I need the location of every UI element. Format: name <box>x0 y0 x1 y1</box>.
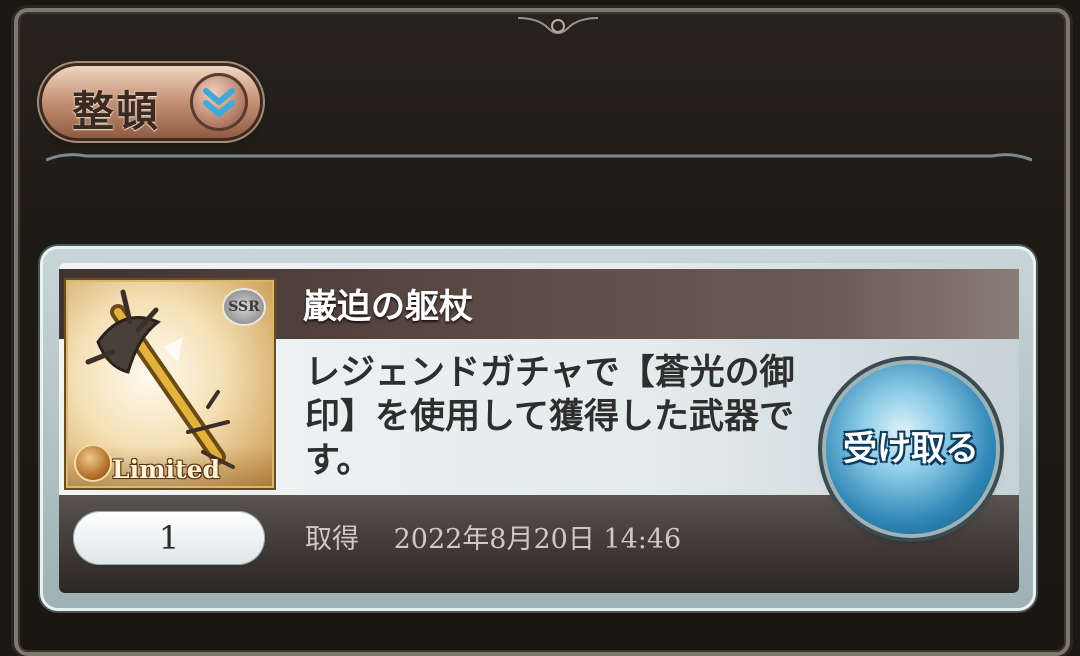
divider <box>46 153 1032 162</box>
quantity-box: 1 <box>73 511 265 565</box>
limited-label: Limited <box>112 455 220 484</box>
quantity-value: 1 <box>158 519 180 557</box>
sort-button-label: 整頓 <box>72 87 161 136</box>
limited-emblem-icon <box>74 444 112 482</box>
weapon-thumbnail[interactable]: SSR Limited <box>66 280 274 488</box>
acquired-label: 取得 <box>305 524 359 555</box>
item-description: レジェンドガチャで【蒼光の御印】を使用して獲得した武器です。 <box>305 353 795 481</box>
double-chevron-down-icon <box>190 73 248 131</box>
acquired-datetime: 2022年8月20日 14:46 <box>393 524 682 555</box>
receive-button-label: 受け取る <box>843 429 979 469</box>
limited-banner: Limited <box>68 444 272 486</box>
rarity-badge: SSR <box>222 288 266 326</box>
sort-button[interactable]: 整頓 <box>42 66 260 138</box>
item-name: 巌迫の躯杖 <box>303 287 473 327</box>
ornament-icon <box>518 17 598 34</box>
receive-button[interactable]: 受け取る <box>826 364 996 534</box>
acquired-info: 取得 2022年8月20日 14:46 <box>305 517 681 556</box>
